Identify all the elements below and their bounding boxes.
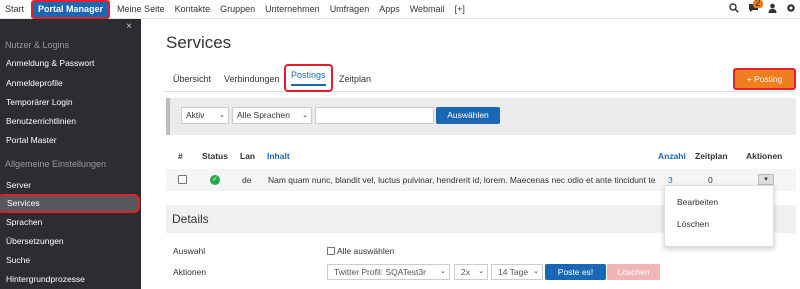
details-heading: Details bbox=[172, 212, 209, 226]
search-icon[interactable] bbox=[729, 3, 739, 16]
row-language: de bbox=[242, 175, 252, 185]
language-select[interactable]: Alle Sprachen ⌄ bbox=[232, 107, 312, 124]
settings-icon[interactable] bbox=[786, 3, 796, 16]
topnav-item[interactable]: Umfragen bbox=[325, 0, 375, 19]
topnav-item[interactable]: Gruppen bbox=[215, 0, 260, 19]
page-title: Services bbox=[166, 33, 232, 52]
status-ok-icon: ✓ bbox=[210, 175, 220, 185]
menu-item-delete[interactable]: Löschen bbox=[665, 214, 773, 234]
sidebar-item[interactable]: Hintergrundprozesse bbox=[0, 270, 141, 289]
sidebar-item[interactable]: Services bbox=[0, 194, 140, 213]
tab[interactable]: Verbindungen bbox=[224, 67, 280, 92]
chat-icon[interactable]: 2 bbox=[748, 0, 763, 16]
chevron-down-icon: ▾ bbox=[764, 176, 768, 183]
sidebar-item[interactable]: Portal Master bbox=[0, 131, 141, 150]
top-right-icons: 2 bbox=[729, 0, 796, 19]
chevron-down-icon: ⌄ bbox=[440, 268, 446, 275]
close-icon[interactable]: × bbox=[126, 21, 132, 32]
add-posting-button[interactable]: + Posting bbox=[733, 68, 796, 90]
column-header-content[interactable]: Inhalt bbox=[267, 151, 290, 161]
sidebar-item[interactable]: Server bbox=[0, 176, 141, 195]
row-content: Nam quam nunc, blandit vel, luctus pulvi… bbox=[268, 175, 656, 185]
sidebar-item[interactable]: Sprachen bbox=[0, 213, 141, 232]
row-actions-toggle[interactable]: ▾ bbox=[758, 174, 774, 185]
topnav-item[interactable]: [+] bbox=[450, 0, 470, 19]
actions-label: Aktionen bbox=[173, 267, 207, 277]
column-header-number: # bbox=[178, 151, 183, 161]
topnav-item[interactable]: Unternehmen bbox=[260, 0, 325, 19]
profile-select[interactable]: Twitter Profil: SQATest3r ⌄ bbox=[327, 264, 450, 280]
sidebar-section-heading: Nutzer & Logins bbox=[5, 40, 70, 50]
top-nav-menu: Start Portal Manager Meine Seite Kontakte Gr… bbox=[0, 0, 470, 19]
row-checkbox[interactable] bbox=[178, 175, 187, 184]
sidebar-section-heading: Allgemeine Einstellungen bbox=[5, 159, 107, 169]
filter-bar: Aktiv ⌄ Alle Sprachen ⌄ Auswählen bbox=[166, 98, 796, 135]
column-header-schedule: Zeitplan bbox=[695, 151, 728, 161]
menu-item-edit[interactable]: Bearbeiten bbox=[665, 192, 773, 212]
user-icon[interactable] bbox=[768, 3, 777, 16]
sidebar-item[interactable]: Anmeldung & Passwort bbox=[0, 54, 141, 73]
apply-filter-button[interactable]: Auswählen bbox=[436, 107, 500, 124]
tab[interactable]: Zeitplan bbox=[339, 67, 371, 92]
sidebar-item[interactable]: Temporärer Login bbox=[0, 93, 141, 112]
topnav-item[interactable]: Portal Manager bbox=[31, 0, 111, 19]
status-select[interactable]: Aktiv ⌄ bbox=[181, 107, 229, 124]
checkbox[interactable] bbox=[327, 247, 335, 255]
top-navigation-bar: Start Portal Manager Meine Seite Kontakte Gr… bbox=[0, 0, 800, 19]
search-input[interactable] bbox=[315, 107, 434, 124]
times-select[interactable]: 2x ⌄ bbox=[454, 264, 488, 280]
column-header-language: Lan bbox=[240, 151, 256, 161]
notification-badge: 2 bbox=[753, 0, 763, 9]
column-header-status: Status bbox=[202, 151, 228, 161]
post-now-button[interactable]: Poste es! bbox=[545, 264, 606, 280]
row-actions-menu: Bearbeiten Löschen bbox=[664, 185, 774, 247]
sidebar-item[interactable]: Benutzerrichtlinien bbox=[0, 112, 141, 131]
topnav-item[interactable]: Meine Seite bbox=[112, 0, 170, 19]
chevron-down-icon: ⌄ bbox=[219, 112, 225, 119]
sidebar-item[interactable]: Anmeldeprofile bbox=[0, 74, 141, 93]
tab[interactable]: Übersicht bbox=[173, 67, 211, 92]
sidebar-item[interactable]: Übersetzungen bbox=[0, 232, 141, 251]
chevron-down-icon: ⌄ bbox=[478, 268, 484, 275]
topnav-item[interactable]: Start bbox=[0, 0, 29, 19]
table-header: # Status Lan Inhalt Anzahl Zeitplan Akti… bbox=[166, 151, 796, 163]
sidebar: × Nutzer & Logins Anmeldung & Passwort An… bbox=[0, 19, 141, 289]
selection-label: Auswahl bbox=[173, 246, 206, 256]
select-all-checkbox[interactable]: Alle auswählen bbox=[327, 246, 394, 256]
tab-bar: Übersicht Verbindungen Postings Zeitplan bbox=[164, 64, 796, 92]
column-header-count[interactable]: Anzahl bbox=[658, 151, 686, 161]
main-content: Services Übersicht Verbindungen Postings Ze… bbox=[141, 19, 800, 289]
topnav-item[interactable]: Apps bbox=[374, 0, 405, 19]
delete-button[interactable]: Löschen bbox=[607, 264, 660, 280]
tab-label: Postings bbox=[291, 66, 326, 86]
column-header-actions: Aktionen bbox=[746, 151, 783, 161]
topnav-item[interactable]: Webmail bbox=[405, 0, 450, 19]
tab[interactable]: Postings bbox=[284, 64, 333, 92]
days-select[interactable]: 14 Tage ⌄ bbox=[491, 264, 543, 280]
topnav-item[interactable]: Kontakte bbox=[170, 0, 216, 19]
sidebar-item[interactable]: Suche bbox=[0, 251, 141, 270]
chevron-down-icon: ⌄ bbox=[302, 112, 308, 119]
chevron-down-icon: ⌄ bbox=[533, 268, 539, 275]
